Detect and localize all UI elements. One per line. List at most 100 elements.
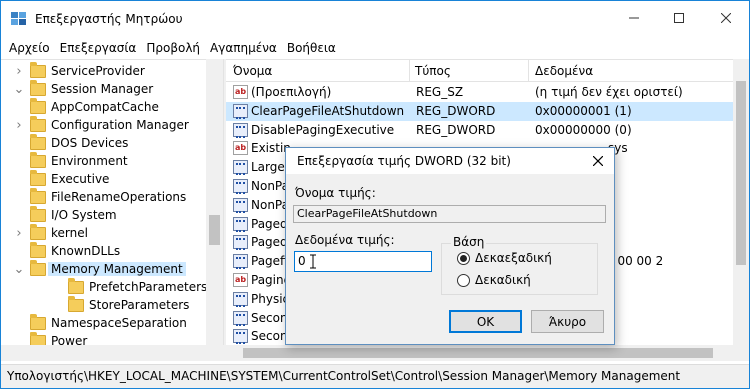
tree-item[interactable]: Executive [13,169,110,188]
maximize-button[interactable] [656,1,702,35]
maximize-icon [674,13,684,23]
tree-item-label: Executive [51,172,110,186]
value-name: (Προεπιλογή) [251,85,332,99]
value-type: REG_SZ [416,85,464,99]
tree-item-label: ServiceProvider [51,64,145,78]
chevron-right-icon[interactable]: › [13,118,25,133]
value-row[interactable]: DisablePagingExecutive REG_DWORD 0x0000000… [226,121,733,140]
folder-icon [30,169,46,186]
column-header-name[interactable]: Όνομα [233,64,272,78]
tree-item[interactable]: PrefetchParameters [51,277,208,296]
tree-item[interactable]: › ServiceProvider [13,61,145,80]
folder-icon [30,313,46,330]
tree-item[interactable]: AppCompatCache [13,97,159,116]
binary-value-icon [233,103,248,118]
tree-item[interactable]: StoreParameters [51,295,190,314]
folder-icon [30,97,46,114]
tree-item-label: Session Manager [51,82,154,96]
value-name-field: ClearPageFileAtShutdown [293,205,606,223]
column-header-type[interactable]: Τύπος [415,64,451,78]
radio-hex-indicator[interactable] [457,251,470,265]
chevron-down-icon[interactable]: ⌄ [13,262,25,277]
tree-item-label: I/O System [51,208,117,222]
menu-edit[interactable]: Επεξεργασία [60,41,137,55]
list-scroll-thumb[interactable] [736,81,746,265]
minimize-button[interactable] [611,1,657,35]
column-divider[interactable] [528,60,529,82]
value-row[interactable]: ab (Προεπιλογή) REG_SZ (η τιμή δεν έχει ορι… [226,83,733,102]
menu-favorites[interactable]: Αγαπημένα [210,41,277,55]
tree-item[interactable]: ⌄ Session Manager [13,79,154,98]
folder-icon [30,187,46,204]
tree-item[interactable]: › kernel [13,223,88,242]
dialog-close-button[interactable] [586,151,610,171]
tree-item-label: PrefetchParameters [89,280,208,294]
chevron-right-icon[interactable]: › [13,64,25,79]
value-row[interactable]: ClearPageFileAtShutdown REG_DWORD 0x000000… [226,101,733,121]
value-name: Paged [251,235,288,250]
radio-hexadecimal[interactable]: Δεκαεξαδική [457,251,552,265]
tree-item[interactable]: NamespaceSeparation [13,313,187,332]
list-header: Όνομα Τύπος Δεδομένα [226,60,733,82]
tree-scroll-thumb[interactable] [209,215,220,245]
cancel-button[interactable]: Άκυρο [531,310,604,333]
value-name: ClearPageFileAtShutdown [251,103,405,118]
binary-value-icon [233,216,248,231]
close-icon [721,13,731,23]
ok-button[interactable]: OK [449,310,522,333]
string-value-icon: ab [233,273,248,287]
tree-item-label: kernel [51,226,88,240]
binary-value-icon [233,160,248,175]
tree-item[interactable]: DOS Devices [13,133,129,152]
value-name: NonPa [251,179,289,193]
chevron-down-icon[interactable]: ⌄ [13,82,25,97]
tree-item[interactable]: Environment [13,151,128,170]
registry-tree[interactable]: › ServiceProvider ⌄ Session Manager AppCompa… [1,59,223,361]
tree-item[interactable]: FileRenameOperations [13,187,186,206]
value-name: Paged [251,216,288,231]
value-data: 0x00000001 (1) [535,103,632,118]
binary-value-icon [233,310,248,325]
tree-vertical-scrollbar[interactable] [206,59,223,361]
close-icon [593,156,603,166]
folder-icon [30,61,46,78]
tree-item-label: NamespaceSeparation [51,316,187,330]
folder-icon [30,151,46,168]
tree-item[interactable]: › Configuration Manager [13,115,189,134]
column-divider[interactable] [409,60,410,82]
close-button[interactable] [703,1,749,35]
menu-help[interactable]: Βοήθεια [287,41,336,55]
folder-icon [68,295,84,312]
radio-decimal[interactable]: Δεκαδική [457,273,531,287]
horizontal-scroll-thumb[interactable] [243,348,713,358]
value-data: 0x00000000 (0) [535,122,632,137]
base-legend: Βάση [451,235,487,249]
chevron-right-icon[interactable]: › [13,226,25,241]
dialog-title: Επεξεργασία τιμής DWORD (32 bit) [297,154,511,168]
tree-item[interactable]: KnownDLLs [13,241,120,260]
string-value-icon: ab [233,141,248,156]
value-name: Pagefi [251,254,288,269]
menu-view[interactable]: Προβολή [146,41,200,55]
folder-icon [30,79,46,96]
folder-icon [30,205,46,222]
value-type: REG_DWORD [416,122,496,137]
binary-value-icon [233,179,248,193]
tree-item-label: StoreParameters [89,298,190,312]
tree-item[interactable]: ⌄ Memory Management [13,259,186,278]
dialog-title-bar[interactable]: Επεξεργασία τιμής DWORD (32 bit) [286,148,614,174]
value-name: DisablePagingExecutive [251,122,395,137]
title-bar[interactable]: Επεξεργαστής Μητρώου [1,1,749,37]
value-data-label: Δεδομένα τιμής: [295,233,395,247]
tree-item[interactable]: I/O System [13,205,117,224]
value-name: NonPa [251,197,289,212]
tree-item-label: DOS Devices [51,136,129,150]
menu-file[interactable]: Αρχείο [9,41,50,55]
value-name-label: Όνομα τιμής: [295,186,376,200]
folder-icon [30,133,46,150]
column-header-data[interactable]: Δεδομένα [535,64,593,78]
tree-item-label: Environment [51,154,128,168]
radio-dec-indicator[interactable] [457,273,470,287]
